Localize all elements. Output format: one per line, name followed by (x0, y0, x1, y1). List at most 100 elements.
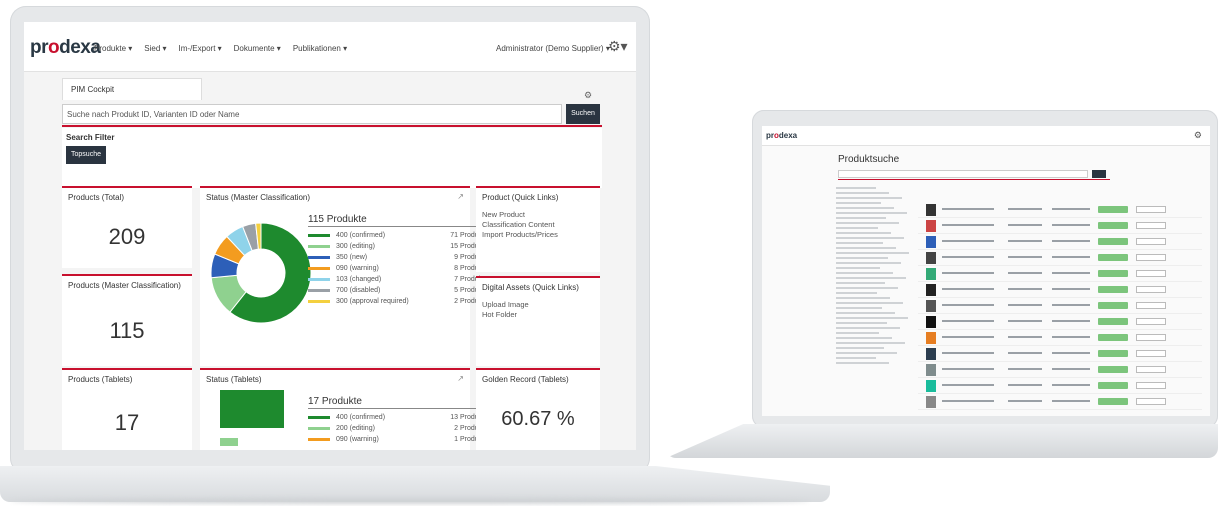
product-thumbnail (926, 284, 936, 296)
legend-row: 400 (confirmed) 13 Produkte (308, 414, 488, 421)
legend-label: 090 (warning) (336, 436, 379, 443)
gear-icon[interactable]: ⚙▾ (608, 38, 628, 55)
search-button[interactable]: Suchen (566, 104, 600, 124)
actions-dropdown[interactable] (1136, 334, 1166, 341)
cell-text (1008, 272, 1042, 274)
gear-icon[interactable]: ⚙ (1194, 130, 1202, 141)
product-thumbnail (926, 236, 936, 248)
link-new-product[interactable]: New Product (482, 210, 525, 219)
actions-dropdown[interactable] (1136, 286, 1166, 293)
table-row[interactable] (918, 298, 1202, 314)
legend-swatch (308, 278, 330, 281)
card-status-tablets[interactable]: Status (Tablets) ↗ 17 Produkte 400 (conf… (200, 368, 488, 450)
actions-dropdown[interactable] (1136, 238, 1166, 245)
cell-text (942, 352, 994, 354)
cell-text (1008, 224, 1042, 226)
product-thumbnail (926, 268, 936, 280)
table-row[interactable] (918, 362, 1202, 378)
sidebar-filter-line (836, 332, 879, 334)
search-input[interactable]: Suche nach Produkt ID, Varianten ID oder… (62, 104, 562, 124)
sidebar-filter-line (836, 342, 905, 344)
actions-dropdown[interactable] (1136, 270, 1166, 277)
legend-label: 700 (disabled) (336, 287, 381, 294)
legend-swatch (308, 267, 330, 270)
cell-text (1052, 208, 1090, 210)
sidebar-filter-line (836, 227, 878, 229)
sidebar-filter-line (836, 312, 895, 314)
menu-sied[interactable]: Sied ▾ (144, 44, 166, 53)
product-marketing-scene: prodexa Produkte ▾ Sied ▾ Im-/Export ▾ D… (0, 0, 1224, 506)
table-row[interactable] (918, 378, 1202, 394)
products-total-value: 209 (108, 224, 146, 249)
actions-dropdown[interactable] (1136, 350, 1166, 357)
status-badge (1098, 254, 1128, 261)
link-upload-image[interactable]: Upload Image (482, 300, 529, 309)
tab-pim-cockpit[interactable]: PIM Cockpit (62, 78, 202, 100)
sidebar-filter-line (836, 282, 885, 284)
small-search-input[interactable] (838, 170, 1088, 178)
cell-text (1008, 368, 1042, 370)
actions-dropdown[interactable] (1136, 398, 1166, 405)
table-row[interactable] (918, 250, 1202, 266)
external-link-icon[interactable]: ↗ (457, 374, 464, 383)
card-product-quick-links[interactable]: Product (Quick Links) New Product Classi… (476, 186, 600, 272)
sidebar-filter-line (836, 237, 904, 239)
menu-publikationen[interactable]: Publikationen ▾ (293, 44, 347, 53)
small-search-button[interactable] (1092, 170, 1106, 178)
sidebar-filter-line (836, 257, 888, 259)
table-row[interactable] (918, 282, 1202, 298)
actions-dropdown[interactable] (1136, 206, 1166, 213)
table-row[interactable] (918, 234, 1202, 250)
card-products-total[interactable]: Products (Total) 209 (62, 186, 192, 268)
menu-produkte[interactable]: Produkte ▾ (94, 44, 132, 53)
link-hot-folder[interactable]: Hot Folder (482, 310, 517, 319)
product-thumbnail (926, 364, 936, 376)
table-row[interactable] (918, 218, 1202, 234)
sidebar-filter-line (836, 277, 906, 279)
cell-text (942, 368, 994, 370)
status-badge (1098, 206, 1128, 213)
status-badge (1098, 286, 1128, 293)
card-products-tablets[interactable]: Products (Tablets) 17 (62, 368, 192, 450)
cell-text (942, 304, 994, 306)
actions-dropdown[interactable] (1136, 302, 1166, 309)
menu-dokumente[interactable]: Dokumente ▾ (234, 44, 281, 53)
table-row[interactable] (918, 314, 1202, 330)
sidebar-filter-line (836, 202, 881, 204)
legend-label: 300 (approval required) (336, 298, 409, 305)
prodexa-logo[interactable]: prodexa (30, 37, 101, 59)
external-link-icon[interactable]: ↗ (457, 192, 464, 201)
small-laptop-base (666, 424, 1218, 458)
link-classification-content[interactable]: Classification Content (482, 220, 555, 229)
legend-swatch (308, 300, 330, 303)
actions-dropdown[interactable] (1136, 366, 1166, 373)
card-status-master[interactable]: Status (Master Classification) ↗ 115 Pro… (200, 186, 488, 366)
table-row[interactable] (918, 346, 1202, 362)
actions-dropdown[interactable] (1136, 318, 1166, 325)
actions-dropdown[interactable] (1136, 382, 1166, 389)
user-menu[interactable]: Administrator (Demo Supplier) ▾ (496, 44, 610, 53)
actions-dropdown[interactable] (1136, 254, 1166, 261)
table-row[interactable] (918, 266, 1202, 282)
logo-text-start: pr (766, 131, 774, 140)
settings-gear-icon[interactable]: ⚙ (584, 90, 592, 101)
sidebar-filter-line (836, 347, 884, 349)
menu-im-export[interactable]: Im-/Export ▾ (179, 44, 222, 53)
card-products-master[interactable]: Products (Master Classification) 115 (62, 274, 192, 366)
sidebar-filter-line (836, 337, 892, 339)
legend-swatch (308, 427, 330, 430)
card-digital-assets[interactable]: Digital Assets (Quick Links) Upload Imag… (476, 276, 600, 366)
sidebar-filter-line (836, 192, 889, 194)
link-import-products[interactable]: Import Products/Prices (482, 230, 558, 239)
card-golden-record[interactable]: Golden Record (Tablets) 60.67 % (476, 368, 600, 450)
sidebar-filter-line (836, 272, 893, 274)
golden-record-value: 60.67 % (501, 408, 575, 430)
table-row[interactable] (918, 394, 1202, 410)
table-row[interactable] (918, 202, 1202, 218)
prodexa-logo-small[interactable]: prodexa (766, 131, 797, 140)
actions-dropdown[interactable] (1136, 222, 1166, 229)
small-laptop-screen: prodexa ⚙ Produktsuche (762, 126, 1210, 416)
large-laptop-base (0, 466, 830, 502)
topsuche-button[interactable]: Topsuche (66, 146, 106, 164)
table-row[interactable] (918, 330, 1202, 346)
